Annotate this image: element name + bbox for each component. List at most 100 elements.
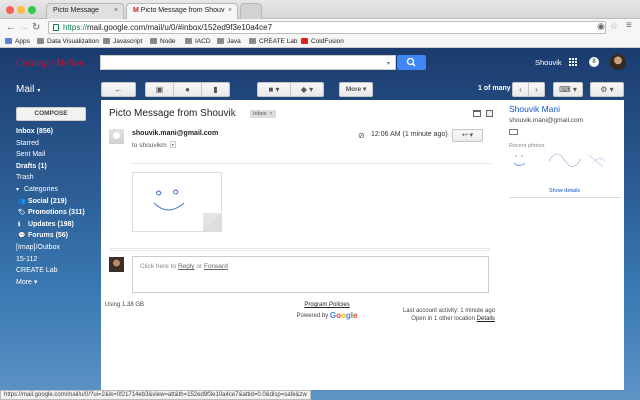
new-window-icon[interactable] <box>486 110 493 117</box>
account-avatar[interactable] <box>610 54 626 70</box>
report-spam-button[interactable]: ● <box>173 82 202 97</box>
brand-logo[interactable]: Carnegie Mellon <box>16 58 84 69</box>
sidebar-item-trash[interactable]: Trash <box>16 172 100 184</box>
minimize-window-icon[interactable] <box>17 6 25 14</box>
delete-button[interactable]: ▮ <box>201 82 230 97</box>
bookmark-label: Node <box>160 38 176 45</box>
sidebar-item-outbox[interactable]: [Imap]/Outbox <box>16 242 100 254</box>
tab-picto-message-from-shouvik[interactable]: M Picto Message from Shouv × <box>126 3 238 19</box>
sidebar-item-starred[interactable]: Starred <box>16 138 100 150</box>
sidebar-item-label: 15-112 <box>16 255 38 263</box>
bookmark-java[interactable]: Java <box>217 38 241 45</box>
settings-button[interactable]: ⚙ ▾ <box>590 82 624 97</box>
folder-icon <box>37 38 44 44</box>
url-text: mail.google.com/mail/u/0/#inbox/152ed9f3… <box>87 23 273 32</box>
browser-tabstrip: Picto Message × M Picto Message from Sho… <box>0 0 640 19</box>
attachment-thumbnail[interactable] <box>132 172 222 232</box>
extension-eye-icon[interactable]: ◉ <box>597 21 605 32</box>
reload-icon[interactable]: ↻ <box>32 22 40 33</box>
recipient-line: to shouvikm ▾ <box>132 141 176 149</box>
new-tab-button[interactable] <box>240 3 262 19</box>
youtube-icon <box>301 38 308 44</box>
labels-button[interactable]: ◆ ▾ <box>290 82 324 97</box>
bookmark-star-icon[interactable]: ☆ <box>610 21 618 32</box>
tab-label: Picto Message from Shouv <box>140 7 225 14</box>
move-to-button[interactable]: ■ ▾ <box>257 82 291 97</box>
sidebar-item-more[interactable]: More ▾ <box>16 277 100 289</box>
tab-picto-message[interactable]: Picto Message × <box>46 3 124 19</box>
divider <box>131 163 491 164</box>
open-locations-text: Open in 1 other location <box>411 316 475 322</box>
show-details-chevron-icon[interactable]: ▾ <box>169 141 176 148</box>
search-input[interactable]: ▾ <box>100 55 396 70</box>
bookmark-node[interactable]: Node <box>150 38 176 45</box>
compose-button[interactable]: COMPOSE <box>16 107 86 121</box>
reply-icon: ↩ ▾ <box>461 132 474 139</box>
more-label: More <box>345 86 362 93</box>
bookmark-data-visualization[interactable]: Data Visualization <box>37 38 99 45</box>
sidebar-item-inbox[interactable]: Inbox (856) <box>16 126 100 138</box>
search-options-icon[interactable]: ▾ <box>387 60 390 67</box>
sidebar-item-forums[interactable]: 💬 Forums (56) <box>16 230 100 242</box>
sidebar-item-label: More ▾ <box>16 278 38 286</box>
important-marker-icon[interactable]: ☆ <box>231 109 238 118</box>
search-icon <box>406 57 416 67</box>
reply-box[interactable]: Click here to Reply or Forward <box>132 256 489 293</box>
sidebar-item-sent[interactable]: Sent Mail <box>16 149 100 161</box>
more-button[interactable]: More ▾ <box>339 82 373 97</box>
account-activity: Last account activity: 1 minute ago Open… <box>403 307 495 323</box>
tab-close-icon[interactable]: × <box>114 7 118 14</box>
chevron-right-icon: › <box>535 85 538 94</box>
apps-grid-icon[interactable] <box>569 58 577 66</box>
sidebar-item-categories[interactable]: ▾ Categories <box>16 184 100 196</box>
sidebar-item-create-lab[interactable]: CREATE Lab <box>16 265 100 277</box>
chevron-left-icon: ‹ <box>519 85 522 94</box>
folder-icon: ■ ▾ <box>268 85 280 94</box>
bookmark-javascript[interactable]: Javascript <box>103 38 142 45</box>
email-icon[interactable] <box>509 129 518 135</box>
bookmark-iacd[interactable]: IACD <box>185 38 211 45</box>
sidebar-item-label: Forums (56) <box>27 232 69 240</box>
sidebar-item-15-112[interactable]: 15-112 <box>16 254 100 266</box>
remove-label-icon[interactable]: × <box>269 111 272 117</box>
older-button[interactable]: › <box>528 82 545 97</box>
back-icon[interactable]: ← <box>6 22 16 33</box>
sender-email[interactable]: shouvik.mani@gmail.com <box>132 130 218 137</box>
contact-name[interactable]: Shouvik Mani <box>509 104 621 114</box>
details-link[interactable]: Details <box>477 316 495 322</box>
account-name[interactable]: Shouvik <box>535 58 562 67</box>
notifications-badge[interactable]: 8 <box>589 57 599 67</box>
program-policies-link[interactable]: Program Policies <box>267 302 387 308</box>
newer-button[interactable]: ‹ <box>512 82 529 97</box>
bookmark-label: Data Visualization <box>47 38 99 45</box>
show-details-link[interactable]: Show details <box>549 188 580 194</box>
close-window-icon[interactable] <box>6 6 14 14</box>
forward-icon[interactable]: → <box>19 22 29 33</box>
bookmark-apps[interactable]: Apps <box>5 38 30 45</box>
reply-button[interactable]: ↩ ▾ <box>452 129 483 142</box>
sidebar-item-label: Trash <box>16 174 34 182</box>
sidebar-item-label: Drafts (1) <box>16 162 47 170</box>
tab-close-icon[interactable]: × <box>228 7 232 14</box>
sidebar-item-drafts[interactable]: Drafts (1) <box>16 161 100 173</box>
sidebar-item-updates[interactable]: ℹ Updates (198) <box>16 219 100 231</box>
forward-link[interactable]: Forward <box>204 263 228 270</box>
back-to-inbox-button[interactable]: ← <box>101 82 136 97</box>
bookmark-create-lab[interactable]: CREATE Lab <box>249 38 298 45</box>
search-button[interactable] <box>397 55 426 70</box>
archive-button[interactable]: ▣ <box>145 82 174 97</box>
address-bar[interactable]: https://mail.google.com/mail/u/0/#inbox/… <box>48 21 606 34</box>
sidebar-item-social[interactable]: 👥 Social (219) <box>16 196 100 208</box>
reply-link[interactable]: Reply <box>178 263 195 270</box>
badge-label: Inbox <box>253 111 267 117</box>
input-tools-button[interactable]: ⌨ ▾ <box>553 82 583 97</box>
storage-usage: Using 1.38 GB <box>105 302 145 308</box>
menu-icon[interactable]: ≡ <box>626 20 632 31</box>
zoom-window-icon[interactable] <box>28 6 36 14</box>
print-icon[interactable] <box>473 110 481 117</box>
bookmark-coldfusion[interactable]: ColdFusion <box>301 38 344 45</box>
inbox-label-badge[interactable]: Inbox × <box>250 110 276 118</box>
sidebar-item-promotions[interactable]: 🏷 Promotions (311) <box>16 207 100 219</box>
bookmark-label: IACD <box>195 38 211 45</box>
mail-switcher[interactable]: Mail ▾ <box>16 84 40 95</box>
